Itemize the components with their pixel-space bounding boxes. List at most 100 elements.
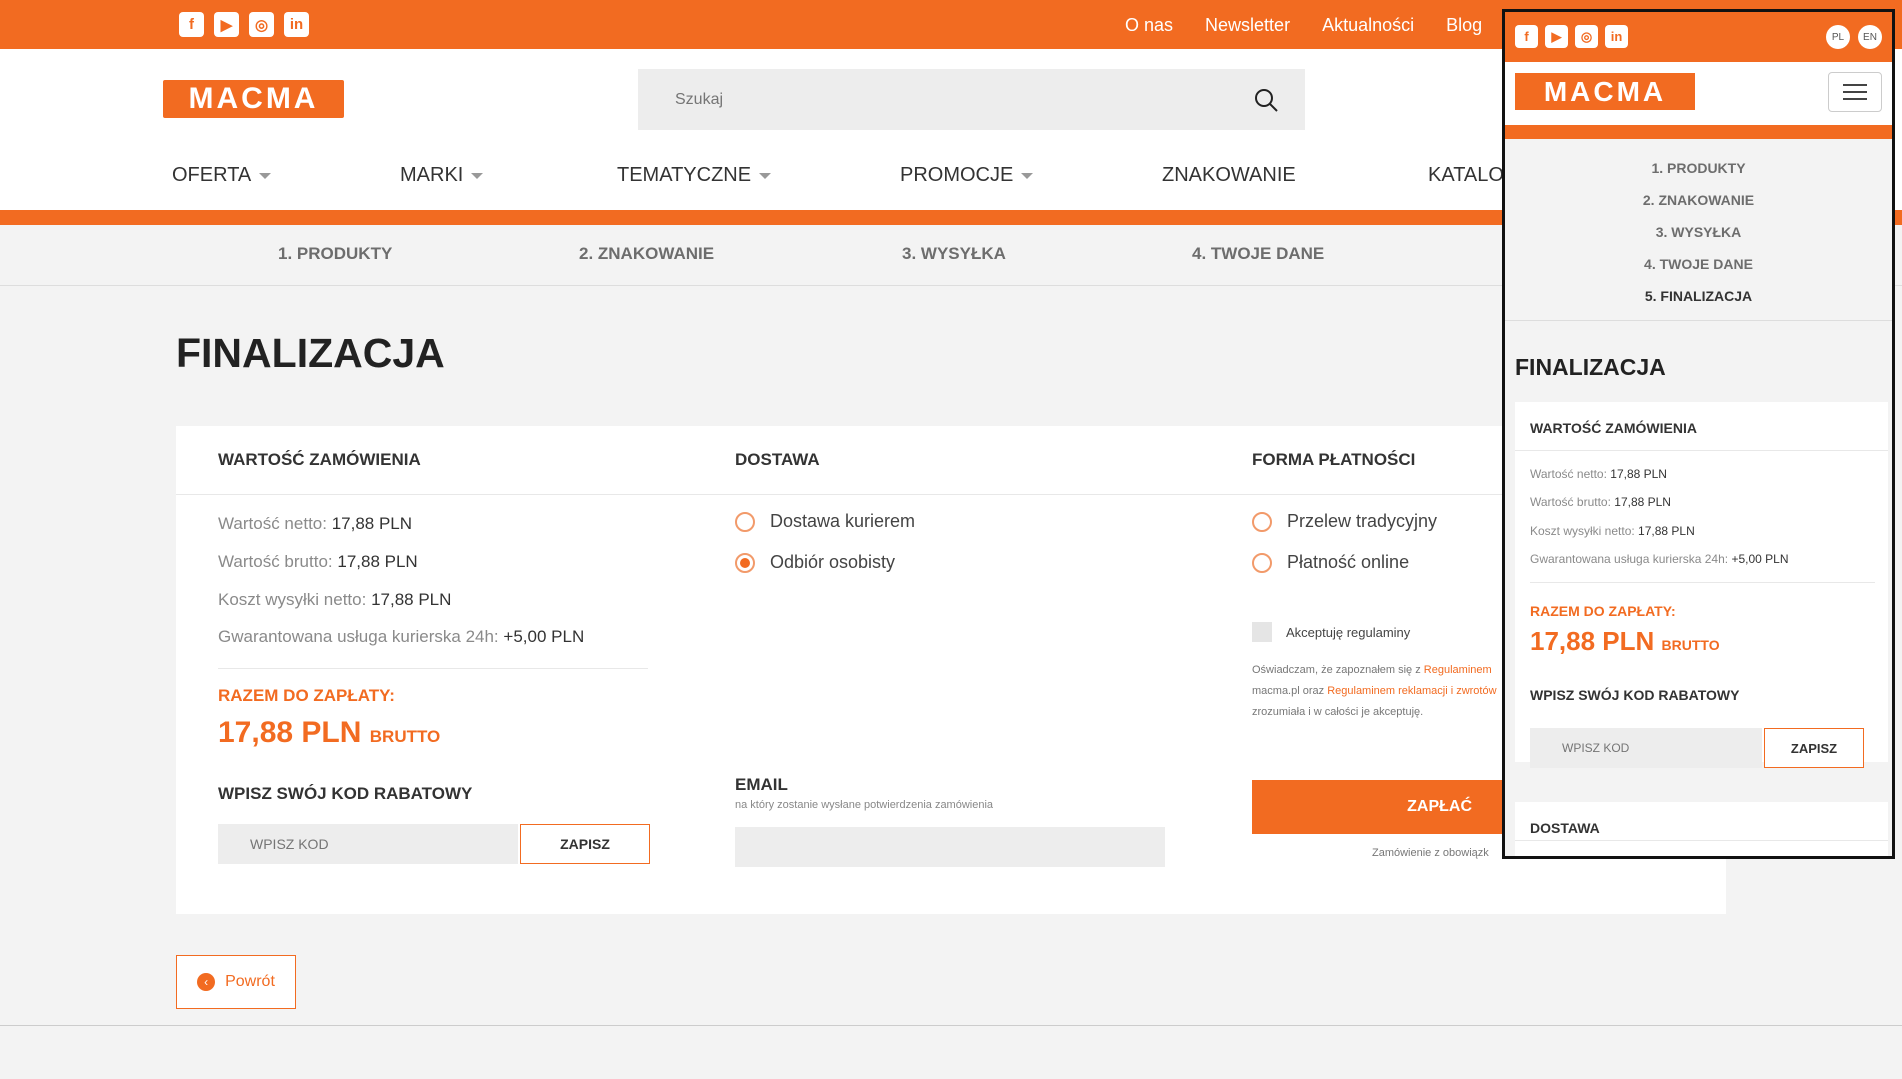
lang-en[interactable]: EN xyxy=(1858,25,1882,49)
total-suffix: BRUTTO xyxy=(1661,637,1720,653)
summary-row-label: Koszt wysyłki netto: xyxy=(218,590,367,609)
radio-icon[interactable] xyxy=(735,511,755,532)
summary-row: Wartość netto: 17,88 PLN xyxy=(1530,467,1667,481)
nav-label: TEMATYCZNE xyxy=(617,164,752,186)
youtube-icon[interactable]: ▶ xyxy=(1545,25,1568,48)
step-twoje-dane[interactable]: 4. TWOJE DANE xyxy=(1505,248,1892,280)
summary-row-label: Wartość brutto: xyxy=(1530,495,1611,509)
step-znakowanie[interactable]: 2. ZNAKOWANIE xyxy=(579,244,714,264)
accent-bar xyxy=(1505,125,1892,139)
discount-code-input[interactable] xyxy=(1530,728,1762,768)
search-icon[interactable] xyxy=(1253,87,1279,113)
divider xyxy=(1515,450,1888,451)
delivery-heading: DOSTAWA xyxy=(735,450,820,469)
summary-row: Koszt wysyłki netto: 17,88 PLN xyxy=(1530,524,1695,538)
delivery-option-pickup[interactable]: Odbiór osobisty xyxy=(735,552,895,573)
total-value: 17,88 PLN xyxy=(218,716,362,749)
page-title: FINALIZACJA xyxy=(1515,354,1666,380)
summary-row-label: Wartość brutto: xyxy=(218,552,333,571)
facebook-icon[interactable]: f xyxy=(179,12,204,37)
step-wysylka[interactable]: 3. WYSYŁKA xyxy=(1505,216,1892,248)
summary-row-value: +5,00 PLN xyxy=(503,627,585,646)
instagram-icon[interactable]: ◎ xyxy=(249,12,274,37)
terms-checkbox[interactable] xyxy=(1252,622,1272,642)
summary-heading: WARTOŚĆ ZAMÓWIENIA xyxy=(218,450,421,469)
email-heading: EMAIL xyxy=(735,775,788,794)
step-produkty[interactable]: 1. PRODUKTY xyxy=(1505,152,1892,184)
divider xyxy=(218,668,648,669)
summary-row-value: 17,88 PLN xyxy=(1610,467,1667,481)
social-links: f ▶ ◎ in xyxy=(1515,25,1628,48)
footer-divider xyxy=(0,1025,1902,1026)
nav-oferta[interactable]: OFERTA xyxy=(172,164,272,187)
payment-option-transfer[interactable]: Przelew tradycyjny xyxy=(1252,511,1437,532)
logo[interactable]: MACMA xyxy=(163,80,344,118)
total-suffix: BRUTTO xyxy=(369,727,441,746)
top-links: O nas Newsletter Aktualności Blog xyxy=(1125,15,1482,36)
linkedin-icon[interactable]: in xyxy=(1605,25,1628,48)
complaints-link[interactable]: Regulaminem reklamacji i zwrotów xyxy=(1327,685,1496,697)
nav-katalogi[interactable]: KATALO xyxy=(1428,164,1504,187)
step-znakowanie[interactable]: 2. ZNAKOWANIE xyxy=(1505,184,1892,216)
linkedin-icon[interactable]: in xyxy=(284,12,309,37)
chevron-down-icon xyxy=(1021,172,1034,179)
link-o-nas[interactable]: O nas xyxy=(1125,15,1173,36)
summary-row-value: 17,88 PLN xyxy=(331,514,413,533)
terms-checkbox-row[interactable]: Akceptuję regulaminy xyxy=(1252,622,1410,642)
save-code-button[interactable]: ZAPISZ xyxy=(520,824,650,864)
nav-promocje[interactable]: PROMOCJE xyxy=(900,164,1034,187)
nav-label: PROMOCJE xyxy=(900,164,1014,186)
summary-row-label: Gwarantowana usługa kurierska 24h: xyxy=(1530,552,1729,566)
facebook-icon[interactable]: f xyxy=(1515,25,1538,48)
nav-label: OFERTA xyxy=(172,164,252,186)
radio-icon[interactable] xyxy=(1252,552,1272,573)
terms-link[interactable]: Regulaminem xyxy=(1424,664,1492,676)
email-field[interactable] xyxy=(735,827,1165,867)
back-button[interactable]: ‹ Powrót xyxy=(176,955,296,1009)
divider xyxy=(1530,582,1875,583)
nav-label: MARKI xyxy=(400,164,464,186)
step-twoje-dane[interactable]: 4. TWOJE DANE xyxy=(1192,244,1324,264)
nav-label: KATALO xyxy=(1428,164,1504,186)
delivery-option-courier[interactable]: Dostawa kurierem xyxy=(735,511,915,532)
nav-marki[interactable]: MARKI xyxy=(400,164,484,187)
discount-code-input[interactable] xyxy=(218,824,518,864)
summary-row: Gwarantowana usługa kurierska 24h: +5,00… xyxy=(218,627,584,647)
payment-option-online[interactable]: Płatność online xyxy=(1252,552,1409,573)
mobile-top-bar: f ▶ ◎ in PL EN xyxy=(1505,12,1892,62)
logo[interactable]: MACMA xyxy=(1515,73,1695,110)
nav-znakowanie[interactable]: ZNAKOWANIE xyxy=(1162,164,1296,187)
step-finalizacja[interactable]: 5. FINALIZACJA xyxy=(1505,280,1892,312)
total-label: RAZEM DO ZAPŁATY: xyxy=(1530,603,1676,619)
chevron-down-icon xyxy=(471,172,484,179)
menu-icon[interactable] xyxy=(1828,72,1882,112)
link-aktualnosci[interactable]: Aktualności xyxy=(1322,15,1414,36)
step-wysylka[interactable]: 3. WYSYŁKA xyxy=(902,244,1006,264)
youtube-icon[interactable]: ▶ xyxy=(214,12,239,37)
option-label: Dostawa kurierem xyxy=(770,511,916,531)
summary-heading: WARTOŚĆ ZAMÓWIENIA xyxy=(1530,420,1697,436)
search-input[interactable] xyxy=(638,69,1238,130)
instagram-icon[interactable]: ◎ xyxy=(1575,25,1598,48)
pay-button[interactable]: ZAPŁAĆ xyxy=(1252,780,1502,834)
step-produkty[interactable]: 1. PRODUKTY xyxy=(278,244,392,264)
link-blog[interactable]: Blog xyxy=(1446,15,1482,36)
summary-row: Wartość brutto: 17,88 PLN xyxy=(218,552,418,572)
checkout-card: WARTOŚĆ ZAMÓWIENIA DOSTAWA FORMA PŁATNOŚ… xyxy=(176,426,1726,914)
terms-statement: Oświadczam, że zapoznałem się z Regulami… xyxy=(1252,660,1500,723)
summary-row: Koszt wysyłki netto: 17,88 PLN xyxy=(218,590,451,610)
save-code-button[interactable]: ZAPISZ xyxy=(1764,728,1864,768)
radio-icon[interactable] xyxy=(1252,511,1272,532)
pay-note: Zamówienie z obowiązk xyxy=(1372,847,1489,859)
radio-checked-icon[interactable] xyxy=(735,552,755,573)
option-label: Odbiór osobisty xyxy=(770,552,896,572)
lang-pl[interactable]: PL xyxy=(1826,25,1850,49)
option-label: Przelew tradycyjny xyxy=(1287,511,1438,531)
delivery-heading: DOSTAWA xyxy=(1530,820,1600,836)
payment-heading: FORMA PŁATNOŚCI xyxy=(1252,450,1416,469)
chevron-down-icon xyxy=(259,172,272,179)
link-newsletter[interactable]: Newsletter xyxy=(1205,15,1290,36)
mobile-steps: 1. PRODUKTY 2. ZNAKOWANIE 3. WYSYŁKA 4. … xyxy=(1505,152,1892,312)
terms-text: Oświadczam, że zapoznałem się z xyxy=(1252,664,1424,676)
nav-tematyczne[interactable]: TEMATYCZNE xyxy=(617,164,772,187)
